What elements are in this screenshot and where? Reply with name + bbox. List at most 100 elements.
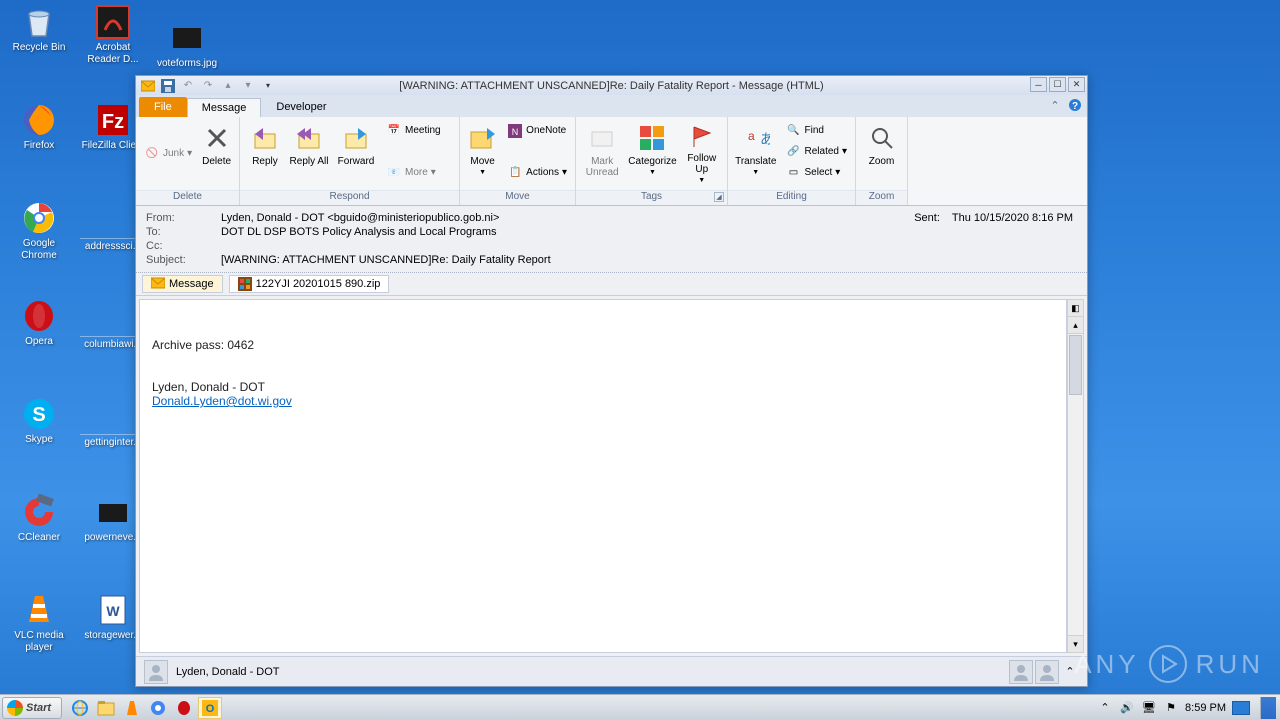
windows-logo-icon [7, 700, 23, 716]
taskbar-explorer[interactable] [94, 697, 118, 719]
desktop-icon-chrome[interactable]: Google Chrome [6, 200, 72, 262]
next-icon[interactable]: ▾ [240, 78, 256, 94]
save-icon[interactable] [160, 78, 176, 94]
qat-customize-icon[interactable]: ▾ [260, 78, 276, 94]
reply-button[interactable]: Reply [244, 120, 286, 186]
meeting-button[interactable]: 📅Meeting [382, 120, 445, 141]
tab-file[interactable]: File [139, 97, 187, 117]
close-button[interactable]: ✕ [1068, 77, 1085, 92]
forward-icon [340, 122, 372, 154]
help-icon[interactable]: ? [1067, 97, 1083, 113]
more-icon: 📧 [386, 165, 402, 181]
text-file-icon [95, 312, 131, 334]
scroll-tag-icon[interactable]: ◧ [1068, 300, 1083, 317]
desktop-icon-label: voteforms.jpg [154, 58, 220, 70]
junk-icon: 🚫 [144, 145, 160, 161]
recycle-bin-icon [21, 4, 57, 40]
message-body-tab[interactable]: Message [142, 275, 223, 293]
taskbar-vlc[interactable] [120, 697, 144, 719]
reply-icon [249, 122, 281, 154]
desktop-icon-firefox[interactable]: Firefox [6, 102, 72, 152]
related-icon: 🔗 [786, 144, 802, 160]
mark-unread-button[interactable]: Mark Unread [580, 120, 624, 186]
find-button[interactable]: 🔍Find [782, 120, 852, 141]
prev-icon[interactable]: ▴ [220, 78, 236, 94]
cc-label: Cc: [146, 240, 221, 252]
junk-button[interactable]: 🚫Junk ▾ [140, 143, 196, 164]
ribbon-group-move: Move▼ NOneNote 📋Actions ▾ Move [460, 117, 576, 205]
move-button[interactable]: Move▼ [464, 120, 501, 186]
image-file-icon [169, 20, 205, 56]
related-button[interactable]: 🔗Related ▾ [782, 141, 852, 162]
minimize-ribbon-icon[interactable]: ⌃ [1047, 97, 1063, 113]
volume-icon[interactable]: 🔊 [1119, 700, 1135, 716]
desktop-icon-opera[interactable]: Opera [6, 298, 72, 348]
signature-email-link[interactable]: Donald.Lyden@dot.wi.gov [152, 394, 292, 408]
tray-monitor-icon[interactable] [1232, 701, 1250, 715]
move-icon [467, 122, 499, 154]
desktop-icon-voteforms[interactable]: voteforms.jpg [154, 20, 220, 70]
tab-message[interactable]: Message [187, 98, 262, 117]
taskbar-chrome[interactable] [146, 697, 170, 719]
flag-icon[interactable]: ⚑ [1163, 700, 1179, 716]
vertical-scrollbar[interactable]: ◧ ▴ ▾ [1067, 299, 1084, 653]
outlook-message-window: ↶ ↷ ▴ ▾ ▾ [WARNING: ATTACHMENT UNSCANNED… [135, 75, 1088, 687]
ribbon-group-label: Tags◢ [576, 190, 727, 205]
select-icon: ▭ [786, 165, 802, 181]
translate-button[interactable]: aあTranslate▼ [732, 120, 780, 186]
opera-icon [21, 298, 57, 334]
ribbon-group-label: Editing [728, 190, 855, 205]
mark-unread-icon [586, 122, 618, 154]
start-button[interactable]: Start [2, 697, 62, 719]
actions-button[interactable]: 📋Actions ▾ [503, 162, 571, 183]
network-icon[interactable]: 🖥 [1141, 700, 1157, 716]
from-label: From: [146, 212, 221, 224]
desktop-icon-vlc[interactable]: VLC media player [6, 592, 72, 654]
minimize-button[interactable]: ─ [1030, 77, 1047, 92]
svg-text:あ: あ [760, 131, 770, 147]
contact-avatar[interactable] [144, 660, 168, 684]
clock[interactable]: 8:59 PM [1185, 702, 1226, 714]
select-button[interactable]: ▭Select ▾ [782, 162, 852, 183]
tags-dialog-launcher[interactable]: ◢ [714, 192, 724, 202]
more-button[interactable]: 📧More ▾ [382, 162, 445, 183]
forward-button[interactable]: Forward [332, 120, 380, 186]
categorize-button[interactable]: Categorize▼ [626, 120, 678, 186]
reply-all-icon [293, 122, 325, 154]
onenote-button[interactable]: NOneNote [503, 120, 571, 141]
titlebar[interactable]: ↶ ↷ ▴ ▾ ▾ [WARNING: ATTACHMENT UNSCANNED… [136, 76, 1087, 95]
attachment-file[interactable]: 122YJI 20201015 890.zip [229, 275, 390, 293]
taskbar-ie[interactable] [68, 697, 92, 719]
people-pane-toggle-2[interactable] [1035, 660, 1059, 684]
maximize-button[interactable]: ☐ [1049, 77, 1066, 92]
redo-icon[interactable]: ↷ [200, 78, 216, 94]
ccleaner-icon [21, 494, 57, 530]
to-value: DOT DL DSP BOTS Policy Analysis and Loca… [221, 226, 1077, 238]
desktop-icon-acrobat[interactable]: Acrobat Reader D... [80, 4, 146, 66]
delete-icon [201, 122, 233, 154]
ribbon-group-zoom: Zoom Zoom [856, 117, 908, 205]
text-file-icon [95, 410, 131, 432]
svg-text:S: S [32, 404, 45, 426]
show-hidden-icons[interactable]: ⌃ [1097, 700, 1113, 716]
message-body[interactable]: Archive pass: 0462 Lyden, Donald - DOT D… [139, 299, 1067, 653]
show-desktop-button[interactable] [1260, 697, 1276, 719]
follow-up-button[interactable]: Follow Up▼ [681, 120, 723, 186]
taskbar-outlook[interactable]: O [198, 697, 222, 719]
undo-icon[interactable]: ↶ [180, 78, 196, 94]
people-pane-toggle-1[interactable] [1009, 660, 1033, 684]
taskbar-opera[interactable] [172, 697, 196, 719]
tab-developer[interactable]: Developer [261, 97, 341, 117]
scroll-thumb[interactable] [1069, 335, 1082, 395]
scroll-up-button[interactable]: ▴ [1068, 317, 1083, 334]
desktop-icon-recycle-bin[interactable]: Recycle Bin [6, 4, 72, 54]
zoom-button[interactable]: Zoom [860, 120, 903, 186]
desktop-icon-label: VLC media player [6, 630, 72, 654]
reply-all-button[interactable]: Reply All [288, 120, 330, 186]
delete-button[interactable]: Delete [198, 120, 235, 186]
desktop-icon-ccleaner[interactable]: CCleaner [6, 494, 72, 544]
signature-name: Lyden, Donald - DOT [152, 380, 1054, 394]
ribbon-group-delete: 🚫Junk ▾ Delete Delete [136, 117, 240, 205]
desktop-icon-skype[interactable]: S Skype [6, 396, 72, 446]
taskbar: Start O ⌃ 🔊 🖥 ⚑ 8:59 PM [0, 694, 1280, 720]
